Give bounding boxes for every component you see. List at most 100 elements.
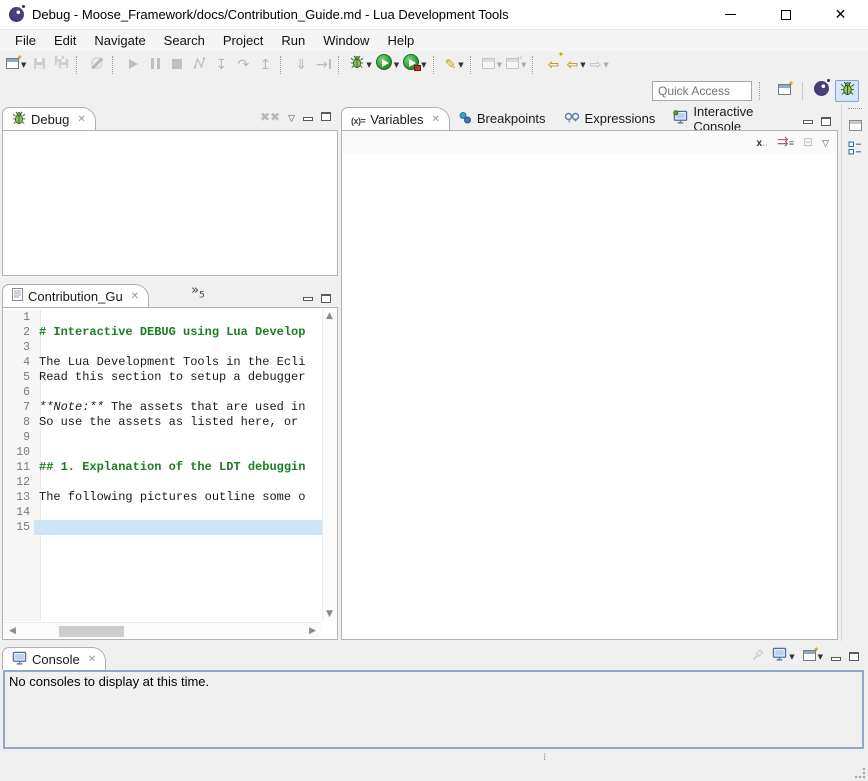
editor-line[interactable]: 9 bbox=[3, 430, 322, 445]
minimize-icon[interactable] bbox=[303, 297, 313, 301]
line-number: 9 bbox=[3, 430, 34, 445]
minimize-button[interactable] bbox=[831, 648, 841, 666]
editor-line[interactable]: 1 bbox=[3, 310, 322, 325]
editor-line[interactable]: 3 bbox=[3, 340, 322, 355]
scroll-left-icon[interactable]: ◀ bbox=[4, 626, 21, 636]
menu-window[interactable]: Window bbox=[314, 31, 378, 50]
menu-run[interactable]: Run bbox=[272, 31, 314, 50]
editor-text-area[interactable]: 12# Interactive DEBUG using Lua Develop3… bbox=[3, 310, 322, 621]
line-text bbox=[34, 475, 322, 490]
debug-view-content[interactable] bbox=[2, 130, 338, 276]
scroll-down-icon[interactable]: ▼ bbox=[321, 609, 338, 619]
dropdown-arrow-icon[interactable]: ▼ bbox=[421, 61, 426, 69]
external-tools-button[interactable]: ✎▼ bbox=[443, 53, 466, 76]
debug-perspective-button[interactable] bbox=[835, 80, 859, 102]
editor-line[interactable]: 14 bbox=[3, 505, 322, 520]
trim-handle[interactable] bbox=[848, 108, 862, 110]
tab-breakpoints[interactable]: Breakpoints bbox=[450, 107, 555, 130]
editor-line[interactable]: 11## 1. Explanation of the LDT debuggin bbox=[3, 460, 322, 475]
maximize-icon[interactable] bbox=[821, 117, 831, 126]
menu-edit[interactable]: Edit bbox=[45, 31, 85, 50]
menu-project[interactable]: Project bbox=[214, 31, 272, 50]
scrollbar-thumb[interactable] bbox=[59, 626, 124, 637]
minimize-icon[interactable] bbox=[803, 120, 813, 124]
tab-console[interactable]: Console ✕ bbox=[2, 647, 106, 670]
close-tab-icon[interactable]: ✕ bbox=[88, 654, 96, 665]
editor-line[interactable]: 12 bbox=[3, 475, 322, 490]
view-menu-button[interactable]: ▽ bbox=[822, 133, 829, 151]
editor-line[interactable]: 13The following pictures outline some o bbox=[3, 490, 322, 505]
close-tab-icon[interactable]: ✕ bbox=[131, 291, 139, 302]
variables-view-content[interactable]: x‥⇉≡⊟▽ bbox=[341, 130, 838, 640]
dropdown-arrow-icon[interactable]: ▼ bbox=[394, 61, 399, 69]
view-menu-button[interactable]: ▽ bbox=[288, 108, 295, 126]
tab-editor-contribution-guide[interactable]: Contribution_Gu ✕ bbox=[2, 284, 149, 307]
menu-navigate[interactable]: Navigate bbox=[85, 31, 154, 50]
toolbar-grip[interactable] bbox=[759, 82, 764, 100]
scroll-up-icon[interactable]: ▲ bbox=[321, 311, 338, 321]
menu-search[interactable]: Search bbox=[155, 31, 214, 50]
menu-file[interactable]: File bbox=[6, 31, 45, 50]
dropdown-arrow-icon[interactable]: ▼ bbox=[497, 61, 502, 69]
dropdown-arrow-icon[interactable]: ▼ bbox=[580, 61, 585, 69]
tab-interactive-console[interactable]: Interactive Console bbox=[664, 107, 803, 130]
dropdown-arrow-icon[interactable]: ▼ bbox=[366, 61, 371, 69]
display-selected-console-button[interactable]: ▼ bbox=[772, 647, 794, 666]
dropdown-arrow-icon[interactable]: ▼ bbox=[521, 61, 526, 69]
tab-label: Expressions bbox=[585, 111, 656, 126]
outline-view-icon[interactable] bbox=[848, 141, 862, 160]
minimize-button[interactable] bbox=[303, 108, 313, 126]
restore-view-icon[interactable] bbox=[849, 120, 862, 131]
coverage-button[interactable]: ▼ bbox=[401, 53, 428, 76]
editor-horizontal-scrollbar[interactable]: ◀ ▶ bbox=[4, 622, 321, 638]
tab-variables[interactable]: (x)=Variables✕ bbox=[341, 107, 450, 130]
statusbar-drag-handle[interactable]: ⁞ bbox=[543, 755, 546, 760]
new-wizard-button[interactable]: ✦▼ bbox=[4, 53, 28, 76]
close-tab-icon[interactable]: ✕ bbox=[432, 114, 440, 125]
window-resize-grip[interactable] bbox=[854, 767, 866, 779]
last-edit-location-button[interactable]: ⇦✦ bbox=[542, 53, 564, 76]
editor-line[interactable]: 6 bbox=[3, 385, 322, 400]
editor-line[interactable]: 10 bbox=[3, 445, 322, 460]
editor-line[interactable]: 15 bbox=[3, 520, 322, 535]
editor-line[interactable]: 5Read this section to setup a debugger bbox=[3, 370, 322, 385]
editor-pane[interactable]: 12# Interactive DEBUG using Lua Develop3… bbox=[2, 307, 338, 640]
dropdown-arrow-icon[interactable]: ▼ bbox=[21, 61, 26, 69]
dropdown-arrow-icon[interactable]: ▼ bbox=[789, 653, 794, 661]
breakpoints-icon bbox=[459, 111, 472, 127]
lua-perspective-button[interactable] bbox=[809, 80, 833, 102]
dropdown-arrow-icon[interactable]: ▼ bbox=[458, 61, 463, 69]
dropdown-arrow-icon[interactable]: ▼ bbox=[818, 653, 823, 661]
minimize-button[interactable] bbox=[703, 0, 758, 29]
tab-expressions[interactable]: x+Expressions bbox=[555, 107, 665, 130]
debug-button[interactable]: ▼ bbox=[348, 53, 373, 76]
open-console-button[interactable]: ✦▼ bbox=[803, 648, 823, 666]
menu-help[interactable]: Help bbox=[378, 31, 423, 50]
editor-line[interactable]: 7**Note:** The assets that are used in bbox=[3, 400, 322, 415]
toolbar-separator bbox=[433, 56, 440, 74]
maximize-icon[interactable] bbox=[321, 294, 331, 303]
run-button[interactable]: ▼ bbox=[374, 53, 401, 76]
back-button[interactable]: ⇦▼ bbox=[564, 53, 587, 76]
show-type-names-button[interactable]: x‥ bbox=[756, 133, 768, 151]
tab-debug[interactable]: Debug ✕ bbox=[2, 107, 96, 130]
toolbar-separator bbox=[112, 56, 119, 74]
line-text: **Note:** The assets that are used in bbox=[34, 400, 322, 415]
open-perspective-button[interactable]: ✦ bbox=[772, 80, 796, 102]
show-logical-structures-button[interactable]: ⇉≡ bbox=[777, 133, 794, 151]
quick-access-input[interactable] bbox=[652, 81, 752, 101]
dropdown-arrow-icon[interactable]: ▼ bbox=[603, 61, 608, 69]
close-tab-icon[interactable]: ✕ bbox=[77, 114, 85, 125]
line-number: 6 bbox=[3, 385, 34, 400]
editor-line[interactable]: 4The Lua Development Tools in the Ecli bbox=[3, 355, 322, 370]
hidden-editors-chevron[interactable]: »5 bbox=[191, 283, 205, 301]
editor-line[interactable]: 2# Interactive DEBUG using Lua Develop bbox=[3, 325, 322, 340]
close-button[interactable]: ✕ bbox=[813, 0, 868, 29]
maximize-button[interactable] bbox=[849, 648, 859, 666]
maximize-button[interactable] bbox=[758, 0, 813, 29]
view-menu-icon: ▽ bbox=[822, 133, 829, 151]
editor-vertical-scrollbar[interactable]: ▲ ▼ bbox=[322, 309, 336, 621]
maximize-button[interactable] bbox=[321, 108, 331, 126]
scroll-right-icon[interactable]: ▶ bbox=[304, 626, 321, 636]
editor-line[interactable]: 8So use the assets as listed here, or bbox=[3, 415, 322, 430]
